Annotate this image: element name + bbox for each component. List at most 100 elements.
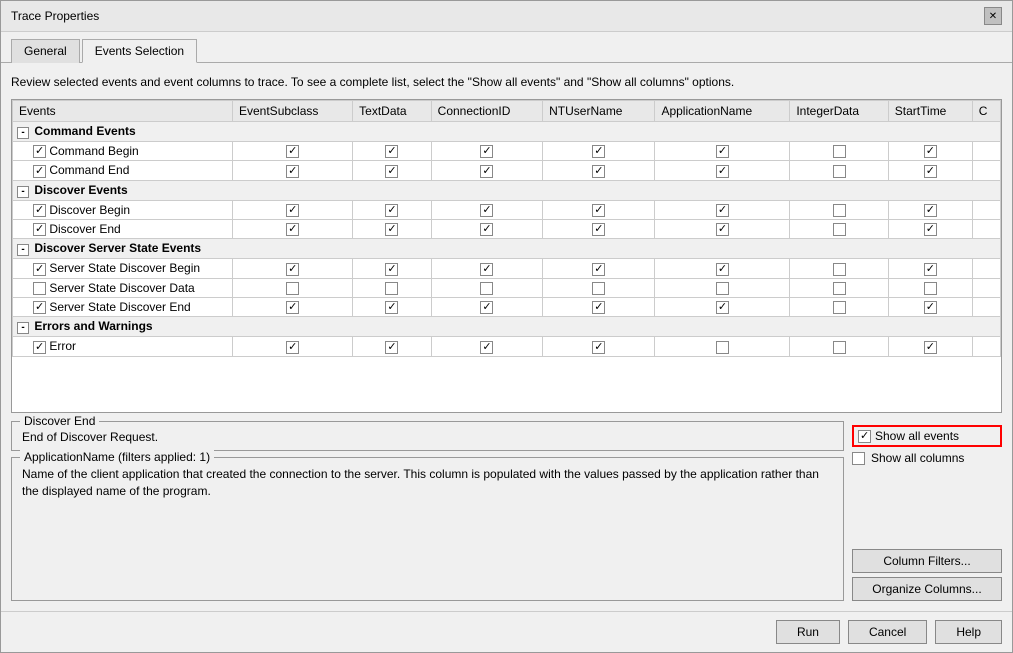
col-checkbox[interactable]	[286, 223, 299, 236]
col-checkbox[interactable]	[833, 145, 846, 158]
col-checkbox[interactable]	[716, 145, 729, 158]
col-checkbox[interactable]	[385, 223, 398, 236]
col-checkbox[interactable]	[286, 263, 299, 276]
col-checkbox[interactable]	[480, 204, 493, 217]
col-checkbox[interactable]	[924, 341, 937, 354]
row-event-checkbox[interactable]	[33, 301, 46, 314]
col-checkbox[interactable]	[385, 145, 398, 158]
col-checkbox[interactable]	[833, 341, 846, 354]
col-checkbox[interactable]	[716, 282, 729, 295]
col-checkbox[interactable]	[833, 204, 846, 217]
col-checkbox[interactable]	[480, 341, 493, 354]
col-checkbox[interactable]	[716, 341, 729, 354]
col-checkbox[interactable]	[716, 263, 729, 276]
show-all-events-row[interactable]: Show all events	[852, 425, 1002, 447]
content-area: Review selected events and event columns…	[1, 63, 1012, 611]
col-checkbox[interactable]	[480, 223, 493, 236]
table-group-row: - Discover Events	[13, 180, 1001, 200]
table-group-row: - Discover Server State Events	[13, 239, 1001, 259]
row-event-checkbox[interactable]	[33, 263, 46, 276]
col-checkbox[interactable]	[833, 282, 846, 295]
col-checkbox[interactable]	[592, 223, 605, 236]
col-checkbox[interactable]	[833, 223, 846, 236]
app-name-text: Name of the client application that crea…	[22, 466, 833, 500]
col-checkbox[interactable]	[286, 204, 299, 217]
col-checkbox[interactable]	[592, 263, 605, 276]
col-checkbox[interactable]	[480, 263, 493, 276]
col-checkbox[interactable]	[385, 341, 398, 354]
col-checkbox[interactable]	[924, 263, 937, 276]
col-checkbox[interactable]	[716, 165, 729, 178]
column-filters-button[interactable]: Column Filters...	[852, 549, 1002, 573]
col-checkbox[interactable]	[592, 282, 605, 295]
col-checkbox[interactable]	[286, 165, 299, 178]
col-checkbox[interactable]	[385, 263, 398, 276]
col-checkbox[interactable]	[716, 223, 729, 236]
col-checkbox[interactable]	[924, 223, 937, 236]
col-checkbox[interactable]	[480, 165, 493, 178]
row-event-checkbox[interactable]	[33, 204, 46, 217]
table-row: Discover End	[13, 219, 1001, 238]
col-checkbox[interactable]	[385, 282, 398, 295]
discover-end-box: Discover End End of Discover Request.	[11, 421, 844, 451]
help-button[interactable]: Help	[935, 620, 1002, 644]
col-checkbox[interactable]	[924, 145, 937, 158]
table-row: Server State Discover End	[13, 297, 1001, 316]
col-checkbox[interactable]	[924, 282, 937, 295]
col-checkbox[interactable]	[385, 301, 398, 314]
col-checkbox[interactable]	[592, 165, 605, 178]
col-eventsubclass: EventSubclass	[233, 101, 353, 122]
app-name-legend: ApplicationName (filters applied: 1)	[20, 450, 214, 464]
col-checkbox[interactable]	[592, 145, 605, 158]
col-checkbox[interactable]	[480, 145, 493, 158]
col-checkbox[interactable]	[592, 341, 605, 354]
collapse-button[interactable]: -	[17, 244, 29, 256]
show-all-columns-checkbox[interactable]	[852, 452, 865, 465]
collapse-button[interactable]: -	[17, 127, 29, 139]
col-checkbox[interactable]	[480, 282, 493, 295]
tab-events-selection[interactable]: Events Selection	[82, 39, 197, 63]
table-row: Error	[13, 337, 1001, 356]
col-checkbox[interactable]	[924, 301, 937, 314]
col-checkbox[interactable]	[286, 282, 299, 295]
cancel-button[interactable]: Cancel	[848, 620, 927, 644]
col-extra: C	[972, 101, 1000, 122]
app-name-box: ApplicationName (filters applied: 1) Nam…	[11, 457, 844, 601]
row-event-checkbox[interactable]	[33, 145, 46, 158]
col-checkbox[interactable]	[716, 301, 729, 314]
right-panel: Show all events Show all columns Column …	[852, 421, 1002, 601]
col-checkbox[interactable]	[716, 204, 729, 217]
show-all-events-checkbox[interactable]	[858, 430, 871, 443]
col-checkbox[interactable]	[924, 165, 937, 178]
run-button[interactable]: Run	[776, 620, 840, 644]
row-event-checkbox[interactable]	[33, 282, 46, 295]
col-checkbox[interactable]	[480, 301, 493, 314]
col-integerdata: IntegerData	[790, 101, 888, 122]
row-event-checkbox[interactable]	[33, 165, 46, 178]
col-checkbox[interactable]	[924, 204, 937, 217]
close-button[interactable]: ✕	[984, 7, 1002, 25]
col-checkbox[interactable]	[833, 301, 846, 314]
col-checkbox[interactable]	[385, 204, 398, 217]
show-all-columns-row[interactable]: Show all columns	[852, 451, 1002, 465]
dialog-title: Trace Properties	[11, 9, 99, 23]
collapse-button[interactable]: -	[17, 322, 29, 334]
col-checkbox[interactable]	[385, 165, 398, 178]
row-event-checkbox[interactable]	[33, 341, 46, 354]
events-table-area[interactable]: Events EventSubclass TextData Connection…	[11, 99, 1002, 413]
col-checkbox[interactable]	[286, 341, 299, 354]
col-checkbox[interactable]	[286, 301, 299, 314]
col-checkbox[interactable]	[592, 301, 605, 314]
organize-columns-button[interactable]: Organize Columns...	[852, 577, 1002, 601]
col-checkbox[interactable]	[833, 165, 846, 178]
action-buttons: Column Filters... Organize Columns...	[852, 549, 1002, 601]
col-checkbox[interactable]	[286, 145, 299, 158]
title-bar: Trace Properties ✕	[1, 1, 1012, 32]
col-checkbox[interactable]	[833, 263, 846, 276]
row-event-checkbox[interactable]	[33, 223, 46, 236]
col-ntusername: NTUserName	[543, 101, 655, 122]
col-checkbox[interactable]	[592, 204, 605, 217]
collapse-button[interactable]: -	[17, 186, 29, 198]
tab-general[interactable]: General	[11, 39, 80, 63]
col-textdata: TextData	[353, 101, 432, 122]
